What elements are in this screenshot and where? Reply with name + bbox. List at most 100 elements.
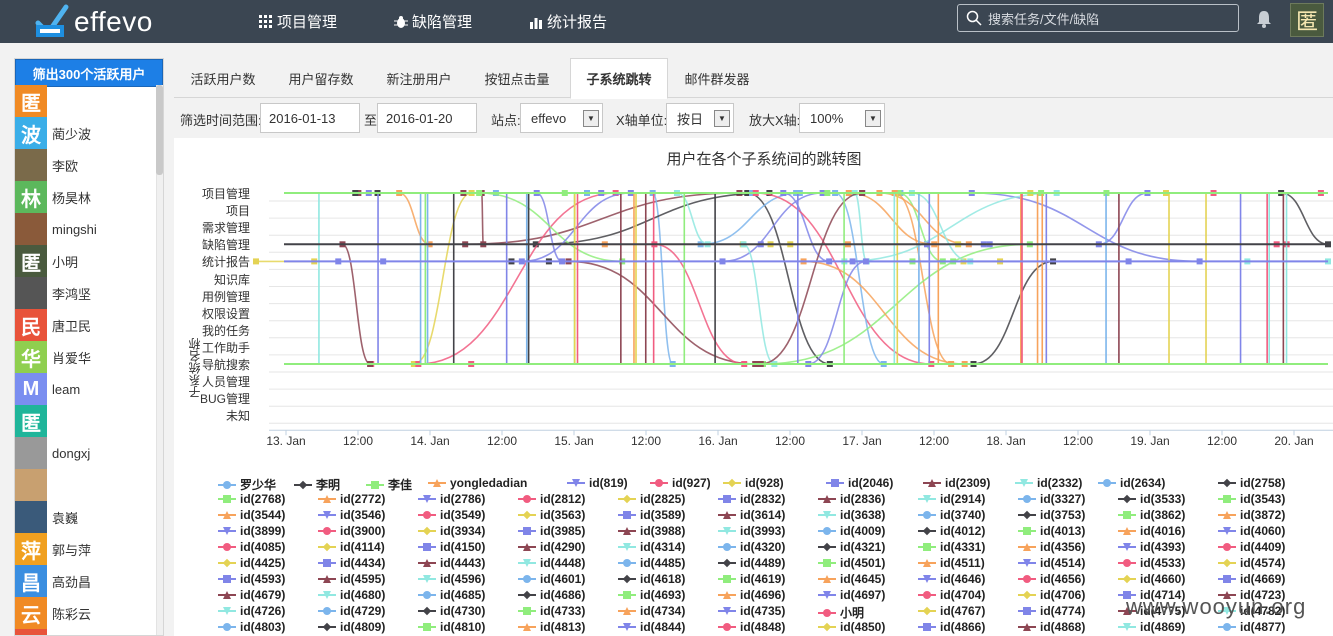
legend-item[interactable]: id(4848)	[718, 620, 785, 634]
legend-item[interactable]: id(4685)	[418, 588, 485, 602]
bell-icon[interactable]	[1256, 10, 1272, 28]
legend-item[interactable]: id(4114)	[318, 540, 385, 554]
legend-item[interactable]: id(3900)	[318, 524, 385, 538]
legend-item[interactable]: id(4533)	[1118, 556, 1185, 570]
legend-item[interactable]: id(3872)	[1218, 508, 1285, 522]
legend-item[interactable]: id(4706)	[1018, 588, 1085, 602]
legend-item[interactable]: id(3533)	[1118, 492, 1185, 506]
user-list-item[interactable]: 袁巍	[15, 501, 157, 533]
user-list-item[interactable]: 波蔺少波	[15, 117, 157, 149]
legend-item[interactable]: id(4866)	[918, 620, 985, 634]
legend-item[interactable]: id(4735)	[718, 604, 785, 618]
user-list-item[interactable]: 昌高劲昌	[15, 565, 157, 597]
tab-active-users[interactable]: 活跃用户数	[174, 58, 272, 98]
start-date-input[interactable]: 2016-01-13	[260, 103, 360, 133]
legend-item[interactable]: id(3563)	[518, 508, 585, 522]
legend-item[interactable]: 罗少华	[218, 476, 276, 493]
sidebar-scrollbar-thumb[interactable]	[156, 85, 163, 175]
legend-item[interactable]: id(4574)	[1218, 556, 1285, 570]
legend-item[interactable]: id(4601)	[518, 572, 585, 586]
legend-item[interactable]: id(3549)	[418, 508, 485, 522]
tab-new-users[interactable]: 新注册用户	[370, 58, 468, 98]
legend-item[interactable]: id(4320)	[718, 540, 785, 554]
legend-item[interactable]: id(4697)	[818, 588, 885, 602]
tab-mail-sender[interactable]: 邮件群发器	[668, 58, 766, 98]
user-list-item[interactable]: mingshi	[15, 213, 157, 245]
legend-item[interactable]: id(4680)	[318, 588, 385, 602]
legend-item[interactable]: id(2825)	[618, 492, 685, 506]
legend-item[interactable]: id(4726)	[218, 604, 285, 618]
legend-item[interactable]: id(4425)	[218, 556, 285, 570]
legend-item[interactable]: id(4409)	[1218, 540, 1285, 554]
legend-item[interactable]: id(3899)	[218, 524, 285, 538]
legend-item[interactable]: id(3862)	[1118, 508, 1185, 522]
legend-item[interactable]: id(4012)	[918, 524, 985, 538]
legend-item[interactable]: id(4016)	[1118, 524, 1185, 538]
legend-item[interactable]: id(4868)	[1018, 620, 1085, 634]
legend-item[interactable]: id(3614)	[718, 508, 785, 522]
legend-item[interactable]: id(4511)	[918, 556, 985, 570]
legend-item[interactable]: id(3543)	[1218, 492, 1285, 506]
legend-item[interactable]: id(2812)	[518, 492, 585, 506]
legend-item[interactable]: 李明	[294, 476, 340, 493]
legend-item[interactable]: id(4733)	[518, 604, 585, 618]
legend-item[interactable]: id(4660)	[1118, 572, 1185, 586]
legend-item[interactable]: id(4448)	[518, 556, 585, 570]
legend-item[interactable]: id(4150)	[418, 540, 485, 554]
legend-item[interactable]: id(2836)	[818, 492, 885, 506]
legend-item[interactable]: id(3988)	[618, 524, 685, 538]
legend-item[interactable]: id(4850)	[818, 620, 885, 634]
legend-item[interactable]: id(3993)	[718, 524, 785, 538]
legend-item[interactable]: id(4619)	[718, 572, 785, 586]
legend-item[interactable]: id(4501)	[818, 556, 885, 570]
dropdown-arrow-icon[interactable]: ▼	[583, 110, 599, 127]
end-date-input[interactable]: 2016-01-20	[377, 103, 477, 133]
legend-item[interactable]: id(4085)	[218, 540, 285, 554]
search-input[interactable]: 搜索任务/文件/缺陷	[957, 4, 1239, 32]
user-list-item[interactable]: 林杨昊林	[15, 181, 157, 213]
legend-item[interactable]: id(2309)	[923, 476, 990, 490]
legend-item[interactable]: id(2786)	[418, 492, 485, 506]
legend-item[interactable]: id(4321)	[818, 540, 885, 554]
legend-item[interactable]: id(4774)	[1018, 604, 1085, 618]
legend-item[interactable]: id(3934)	[418, 524, 485, 538]
site-select[interactable]: effevo ▼	[520, 103, 603, 133]
legend-item[interactable]: id(2832)	[718, 492, 785, 506]
nav-item-statistics-report[interactable]: 统计报告	[529, 0, 607, 43]
legend-item[interactable]: id(4595)	[318, 572, 385, 586]
legend-item[interactable]: id(2046)	[826, 476, 893, 490]
user-list-item[interactable]: Mleam	[15, 373, 157, 405]
user-list-item[interactable]: 华肖爱华	[15, 341, 157, 373]
legend-item[interactable]: 小明	[818, 604, 864, 621]
legend-item[interactable]: id(4869)	[1118, 620, 1185, 634]
legend-item[interactable]: id(2634)	[1098, 476, 1165, 490]
legend-item[interactable]: id(4514)	[1018, 556, 1085, 570]
legend-item[interactable]: id(4809)	[318, 620, 385, 634]
legend-item[interactable]: id(4485)	[618, 556, 685, 570]
legend-item[interactable]: id(4013)	[1018, 524, 1085, 538]
legend-item[interactable]: id(2758)	[1218, 476, 1285, 490]
legend-item[interactable]: id(4060)	[1218, 524, 1285, 538]
legend-item[interactable]: id(4693)	[618, 588, 685, 602]
legend-item[interactable]: id(4356)	[1018, 540, 1085, 554]
user-list-item[interactable]: dongxj	[15, 437, 157, 469]
legend-item[interactable]: id(3546)	[318, 508, 385, 522]
legend-item[interactable]: id(928)	[723, 476, 784, 490]
zoom-x-select[interactable]: 100% ▼	[799, 103, 885, 133]
user-list-item[interactable]	[15, 629, 157, 635]
user-list-item[interactable]: 萍郭与萍	[15, 533, 157, 565]
legend-item[interactable]: id(4593)	[218, 572, 285, 586]
legend-item[interactable]: id(4704)	[918, 588, 985, 602]
legend-item[interactable]: id(4669)	[1218, 572, 1285, 586]
legend-item[interactable]: id(3589)	[618, 508, 685, 522]
legend-item[interactable]: id(3740)	[918, 508, 985, 522]
legend-item[interactable]: id(4813)	[518, 620, 585, 634]
legend-item[interactable]: id(4596)	[418, 572, 485, 586]
user-avatar[interactable]: 匿	[1290, 3, 1324, 37]
tab-user-retention[interactable]: 用户留存数	[272, 58, 370, 98]
tab-button-clicks[interactable]: 按钮点击量	[468, 58, 566, 98]
x-unit-select[interactable]: 按日 ▼	[666, 103, 734, 133]
legend-item[interactable]: id(4686)	[518, 588, 585, 602]
user-list-item[interactable]: 李鸿坚	[15, 277, 157, 309]
legend-item[interactable]: 李佳	[366, 476, 412, 493]
